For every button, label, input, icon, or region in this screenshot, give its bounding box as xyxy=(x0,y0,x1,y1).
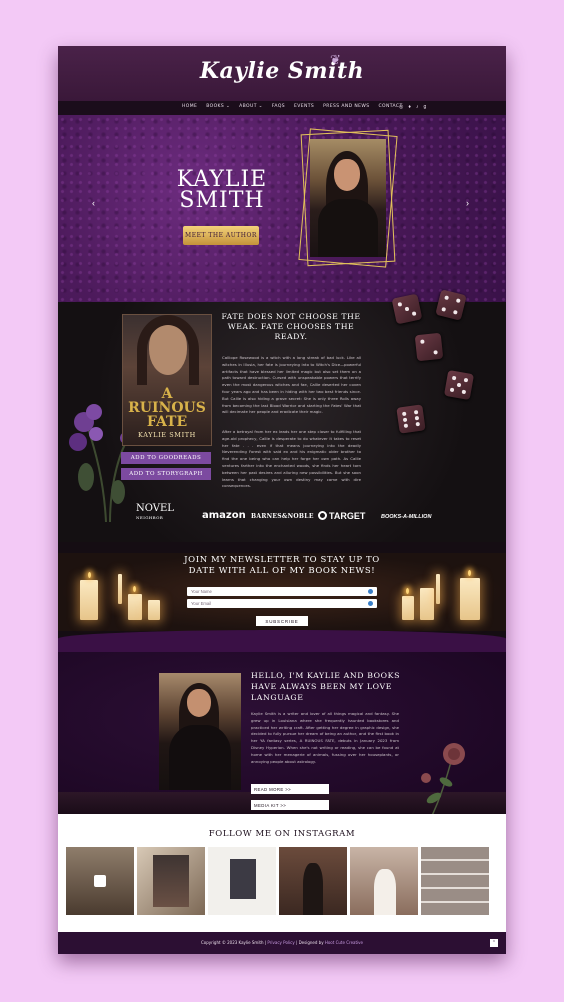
autofill-icon xyxy=(368,589,373,594)
hero-next-arrow-icon[interactable]: › xyxy=(466,198,469,208)
candle-icon xyxy=(460,578,480,620)
add-to-storygraph-button[interactable]: ADD TO STORYGRAPH xyxy=(121,468,211,480)
novel-neighbor-subtext: NEIGHBOR xyxy=(136,515,164,520)
book-title-line2: RUINOUS xyxy=(128,400,206,416)
nav-home[interactable]: HOME xyxy=(182,104,197,109)
candle-icon xyxy=(420,588,434,620)
about-title: HELLO, I'M KAYLIE AND BOOKS HAVE ALWAYS … xyxy=(251,671,401,702)
flame-icon xyxy=(88,572,91,578)
main-nav: HOME BOOKS ⌄ ABOUT ⌄ FAQS EVENTS PRESS A… xyxy=(58,101,506,115)
book-blurb-2: After a betrayal from her ex leads her o… xyxy=(222,429,361,489)
book-tagline: FATE DOES NOT CHOOSE THE WEAK. FATE CHOO… xyxy=(221,312,361,341)
hero-section: ‹ › KAYLIE SMITH MEET THE AUTHOR xyxy=(58,115,506,302)
hero-prev-arrow-icon[interactable]: ‹ xyxy=(92,198,95,208)
hero-pattern xyxy=(58,115,506,302)
instagram-post[interactable] xyxy=(279,847,347,915)
book-cover[interactable]: A RUINOUS FATE KAYLIE SMITH xyxy=(122,314,212,446)
footer-text: Copyright © 2023 Kaylie Smith | Privacy … xyxy=(58,940,506,945)
dice-icon xyxy=(435,289,467,321)
instagram-post[interactable] xyxy=(350,847,418,915)
logo-flower-icon: ❦ xyxy=(330,52,341,67)
candle-icon xyxy=(402,596,414,620)
site-footer: Copyright © 2023 Kaylie Smith | Privacy … xyxy=(58,932,506,954)
copyright-text: Copyright © 2023 Kaylie Smith | xyxy=(201,940,268,945)
dice-icon xyxy=(414,332,444,362)
dice-icon xyxy=(396,404,426,434)
section-divider-wave xyxy=(58,630,506,652)
about-text: Kaylie Smith is a writer and lover of al… xyxy=(251,711,399,764)
website-page: Kaylie Smith ❦ HOME BOOKS ⌄ ABOUT ⌄ FAQS… xyxy=(58,46,506,954)
privacy-policy-link[interactable]: Privacy Policy xyxy=(267,940,294,945)
flame-icon xyxy=(406,588,409,594)
flame-icon xyxy=(133,586,136,592)
nav-events[interactable]: EVENTS xyxy=(294,104,314,109)
instagram-post[interactable] xyxy=(137,847,205,915)
instagram-icon[interactable]: ◎ xyxy=(399,104,403,110)
instagram-section: FOLLOW ME ON INSTAGRAM xyxy=(58,814,506,932)
instagram-title: FOLLOW ME ON INSTAGRAM xyxy=(208,829,356,839)
flame-icon xyxy=(468,570,471,576)
dice-icon xyxy=(391,293,423,325)
amazon-logo[interactable]: amazon xyxy=(202,510,246,521)
candle-icon xyxy=(148,600,160,620)
site-logo[interactable]: Kaylie Smith xyxy=(58,58,506,84)
add-to-goodreads-button[interactable]: ADD TO GOODREADS xyxy=(121,452,211,464)
designer-link[interactable]: Hoot Cute Creative xyxy=(325,940,363,945)
nav-books[interactable]: BOOKS ⌄ xyxy=(206,104,230,109)
subscribe-button[interactable]: SUBSCRIBE xyxy=(256,616,308,626)
newsletter-title: JOIN MY NEWSLETTER TO STAY UP TO DATE WI… xyxy=(184,555,380,576)
nav-about[interactable]: ABOUT ⌄ xyxy=(239,104,263,109)
author-about-photo xyxy=(159,673,241,790)
tiktok-icon[interactable]: ♪ xyxy=(416,104,419,110)
featured-book-section: A RUINOUS FATE KAYLIE SMITH ADD TO GOODR… xyxy=(58,289,506,542)
media-kit-button[interactable]: MEDIA KIT >> xyxy=(251,800,329,810)
name-placeholder: Your Name xyxy=(191,588,212,594)
target-text: TARGET xyxy=(329,511,366,521)
designed-by-text: | Designed by xyxy=(294,940,325,945)
newsletter-email-input[interactable]: Your Email xyxy=(187,599,377,608)
barnes-noble-logo[interactable]: BARNES&NOBLE xyxy=(251,513,314,520)
book-cover-title: A RUINOUS FATE xyxy=(123,387,211,429)
dice-icon xyxy=(443,369,475,401)
read-more-button[interactable]: READ MORE >> xyxy=(251,784,329,794)
instagram-post[interactable] xyxy=(421,847,489,915)
hero-title-line1: KAYLIE xyxy=(176,167,268,192)
target-icon xyxy=(318,511,327,520)
nav-press[interactable]: PRESS AND NEWS xyxy=(323,104,369,109)
newsletter-name-input[interactable]: Your Name xyxy=(187,587,377,596)
candle-icon xyxy=(118,574,122,604)
nav-faqs[interactable]: FAQS xyxy=(272,104,285,109)
target-logo[interactable]: TARGET xyxy=(318,511,365,521)
candle-icon xyxy=(80,580,98,620)
hero-title: KAYLIE SMITH xyxy=(162,167,282,213)
goodreads-icon[interactable]: g xyxy=(423,104,426,110)
books-a-million-logo[interactable]: BOOKS-A-MILLION xyxy=(381,514,431,520)
hero-title-line2: SMITH xyxy=(179,188,265,213)
site-header: Kaylie Smith ❦ xyxy=(58,46,506,101)
author-hero-photo xyxy=(310,139,386,257)
play-icon xyxy=(94,875,106,887)
twitter-icon[interactable]: ♦ xyxy=(408,104,411,110)
instagram-post[interactable] xyxy=(66,847,134,915)
candle-icon xyxy=(128,594,142,620)
book-cover-author: KAYLIE SMITH xyxy=(138,431,196,439)
meet-author-button[interactable]: MEET THE AUTHOR xyxy=(183,226,259,245)
email-placeholder: Your Email xyxy=(191,600,212,606)
autofill-icon xyxy=(368,601,373,606)
book-title-line1: A xyxy=(161,386,173,402)
about-section: HELLO, I'M KAYLIE AND BOOKS HAVE ALWAYS … xyxy=(58,652,506,848)
novel-neighbor-logo[interactable]: NOVEL NEIGHBOR xyxy=(136,504,174,522)
book-title-line3: FATE xyxy=(146,414,188,430)
book-blurb-1: Calliope Rosewood is a witch with a long… xyxy=(222,355,361,415)
instagram-post[interactable] xyxy=(208,847,276,915)
candle-icon xyxy=(436,574,440,604)
back-to-top-icon[interactable]: ⌃ xyxy=(490,939,498,947)
